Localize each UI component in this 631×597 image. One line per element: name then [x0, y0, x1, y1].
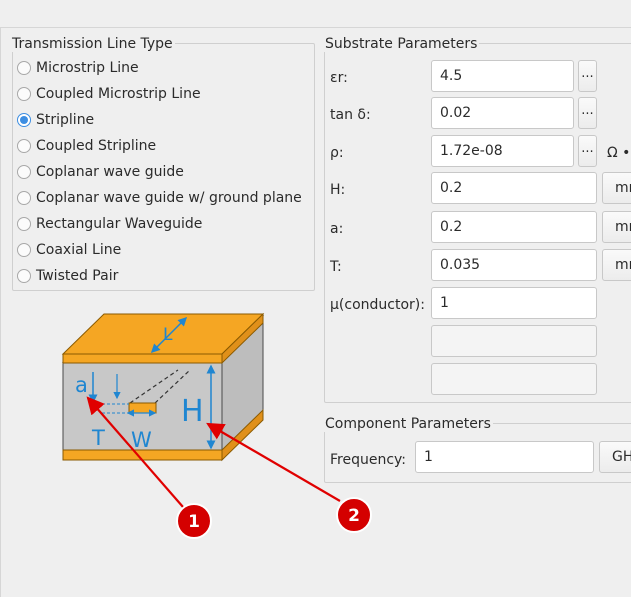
er-label: εr: — [330, 70, 348, 86]
strip-conductor — [128, 402, 157, 414]
rho-field[interactable]: 1.72e-08 — [431, 135, 574, 167]
callout-2-number: 2 — [348, 506, 360, 526]
callout-1-number: 1 — [188, 512, 200, 532]
a-label: a: — [330, 221, 344, 237]
t-unit-dropdown[interactable]: mm — [602, 249, 631, 281]
substrate-parameters-title: Substrate Parameters — [323, 36, 480, 52]
top-ground-plane-side — [221, 312, 264, 365]
top-ground-plane-top — [61, 313, 265, 355]
radio-label: Twisted Pair — [36, 268, 119, 284]
radio-label: Coplanar wave guide — [36, 164, 184, 180]
callout-1-arrow — [86, 396, 184, 508]
dielectric-front — [62, 361, 223, 451]
bottom-ground-plane-side — [221, 408, 264, 462]
radio-rectangular-waveguide[interactable]: Rectangular Waveguide — [17, 214, 202, 234]
rho-unit-label: Ω • — [607, 145, 631, 161]
label-H: H — [181, 394, 204, 429]
radio-button[interactable] — [17, 217, 31, 231]
bottom-ground-plane-front — [62, 449, 223, 461]
callout-2-arrow — [206, 422, 341, 502]
radio-button[interactable] — [17, 87, 31, 101]
a-field[interactable]: 0.2 — [431, 211, 597, 243]
callout-2-badge — [336, 497, 372, 533]
radio-label: Coaxial Line — [36, 242, 122, 258]
transmission-line-type-title: Transmission Line Type — [10, 36, 175, 52]
rho-more-button[interactable]: ... — [578, 135, 597, 167]
radio-coupled-stripline[interactable]: Coupled Stripline — [17, 136, 156, 156]
label-W: W — [131, 428, 152, 452]
frequency-label: Frequency: — [330, 452, 407, 468]
callout-1-badge — [176, 503, 212, 539]
window-left-edge — [0, 27, 1, 597]
radio-coplanar-wave-guide[interactable]: Coplanar wave guide — [17, 162, 184, 182]
label-T: T — [91, 426, 105, 450]
frequency-field[interactable]: 1 — [415, 441, 594, 473]
mu-conductor-label: μ(conductor): — [330, 297, 425, 313]
rho-label: ρ: — [330, 145, 344, 161]
radio-button-selected[interactable] — [17, 113, 31, 127]
h-unit-dropdown[interactable]: mm — [602, 172, 631, 204]
radio-button[interactable] — [17, 139, 31, 153]
radio-label: Microstrip Line — [36, 60, 139, 76]
radio-twisted-pair[interactable]: Twisted Pair — [17, 266, 118, 286]
component-parameters-title: Component Parameters — [323, 416, 493, 432]
label-a: a — [75, 373, 88, 397]
radio-label: Coupled Microstrip Line — [36, 86, 201, 102]
label-L: L — [163, 325, 173, 345]
top-ground-plane-front — [62, 353, 223, 364]
dielectric-right-side — [221, 314, 264, 462]
h-field[interactable]: 0.2 — [431, 172, 597, 204]
tan-delta-field[interactable]: 0.02 — [431, 97, 574, 129]
er-more-button[interactable]: ... — [578, 60, 597, 92]
er-field[interactable]: 4.5 — [431, 60, 574, 92]
t-label: T: — [330, 259, 342, 275]
mu-conductor-field[interactable]: 1 — [431, 287, 597, 319]
radio-button[interactable] — [17, 243, 31, 257]
radio-label: Coupled Stripline — [36, 138, 157, 154]
radio-stripline[interactable]: Stripline — [17, 110, 94, 130]
a-unit-dropdown[interactable]: mm — [602, 211, 631, 243]
radio-button[interactable] — [17, 61, 31, 75]
radio-label: Coplanar wave guide w/ ground plane — [36, 190, 302, 206]
dielectric-top — [61, 315, 265, 363]
window-top-bar — [0, 0, 631, 28]
radio-microstrip-line[interactable]: Microstrip Line — [17, 58, 139, 78]
radio-coplanar-wave-guide-ground[interactable]: Coplanar wave guide w/ ground plane — [17, 188, 302, 208]
tan-delta-more-button[interactable]: ... — [578, 97, 597, 129]
radio-button[interactable] — [17, 165, 31, 179]
frequency-unit-dropdown[interactable]: GHz — [599, 441, 631, 473]
radio-coupled-microstrip-line[interactable]: Coupled Microstrip Line — [17, 84, 201, 104]
t-field[interactable]: 0.035 — [431, 249, 597, 281]
radio-label: Stripline — [36, 112, 95, 128]
empty-field-2 — [431, 363, 597, 395]
radio-label: Rectangular Waveguide — [36, 216, 203, 232]
radio-button[interactable] — [17, 191, 31, 205]
empty-field-1 — [431, 325, 597, 357]
tan-delta-label: tan δ: — [330, 107, 371, 123]
radio-coaxial-line[interactable]: Coaxial Line — [17, 240, 121, 260]
h-label: H: — [330, 182, 346, 198]
radio-button[interactable] — [17, 269, 31, 283]
